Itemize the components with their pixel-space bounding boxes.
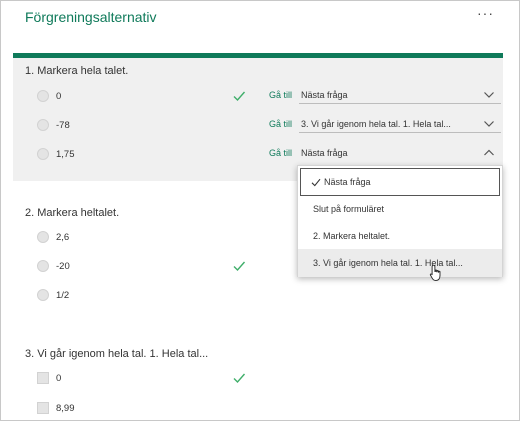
question-1-option-1[interactable]: 0 (37, 88, 61, 104)
checkbox[interactable] (37, 402, 49, 414)
option-label: 1,75 (56, 148, 75, 160)
checkbox[interactable] (37, 372, 49, 384)
correct-answer-check-icon (233, 261, 246, 272)
question-1-option-2[interactable]: -78 (37, 117, 70, 133)
question-2-option-1[interactable]: 2,6 (37, 229, 69, 245)
dropdown-item-label: Slut på formuläret (313, 204, 385, 214)
question-1-option-3[interactable]: 1,75 (37, 146, 75, 162)
more-options-button[interactable]: ··· (477, 5, 494, 21)
question-2-option-2[interactable]: -20 (37, 258, 70, 274)
question-2-title: 2. Markera heltalet. (25, 207, 120, 219)
correct-answer-check-icon (233, 373, 246, 384)
option-label: -20 (56, 260, 70, 272)
checkmark-icon (311, 178, 321, 186)
option-label: 0 (56, 372, 62, 384)
question-3-option-1[interactable]: 0 (37, 370, 61, 386)
dropdown-item-end-of-form[interactable]: Slut på formuläret (298, 195, 502, 223)
goto-select-value: Nästa fråga (301, 148, 348, 158)
option-label: 8,99 (56, 402, 75, 414)
goto-select-option-3[interactable]: Nästa fråga (299, 146, 501, 162)
dropdown-item-question-3[interactable]: 3. Vi går igenom hela tal. 1. Hela tal..… (298, 249, 502, 277)
chevron-up-icon (484, 149, 494, 156)
branching-options-panel: Förgreningsalternativ ··· 1. Markera hel… (0, 0, 520, 421)
chevron-down-icon (484, 121, 494, 127)
option-label: 1/2 (56, 289, 70, 301)
radio-button[interactable] (37, 90, 49, 102)
dropdown-item-next-question[interactable]: Nästa fråga (300, 168, 500, 196)
question-3-title: 3. Vi går igenom hela tal. 1. Hela tal..… (25, 348, 209, 360)
dropdown-item-label: Nästa fråga (324, 177, 371, 187)
dropdown-item-label: 2. Markera heltalet. (313, 231, 391, 241)
option-label: -78 (56, 119, 70, 131)
page-title: Förgreningsalternativ (25, 9, 157, 25)
radio-button[interactable] (37, 260, 49, 272)
goto-dropdown-menu: Nästa fråga Slut på formuläret 2. Marker… (297, 165, 503, 277)
question-1-title: 1. Markera hela talet. (25, 65, 129, 77)
goto-select-value: Nästa fråga (301, 90, 348, 100)
correct-answer-check-icon (233, 91, 246, 102)
goto-select-option-1[interactable]: Nästa fråga (299, 88, 501, 104)
dropdown-item-question-2[interactable]: 2. Markera heltalet. (298, 222, 502, 250)
option-label: 0 (56, 90, 62, 102)
goto-label: Gå till (269, 148, 293, 158)
goto-select-value: 3. Vi går igenom hela tal. 1. Hela tal..… (301, 119, 451, 129)
radio-button[interactable] (37, 231, 49, 243)
radio-button[interactable] (37, 289, 49, 301)
radio-button[interactable] (37, 148, 49, 160)
option-label: 2,6 (56, 231, 70, 243)
goto-label: Gå till (269, 119, 293, 129)
radio-button[interactable] (37, 119, 49, 131)
goto-label: Gå till (269, 90, 293, 100)
chevron-down-icon (484, 92, 494, 98)
question-3-option-2[interactable]: 8,99 (37, 400, 75, 416)
question-2-option-3[interactable]: 1/2 (37, 287, 69, 303)
goto-select-option-2[interactable]: 3. Vi går igenom hela tal. 1. Hela tal..… (299, 117, 501, 133)
hand-pointer-cursor-icon (429, 264, 441, 281)
